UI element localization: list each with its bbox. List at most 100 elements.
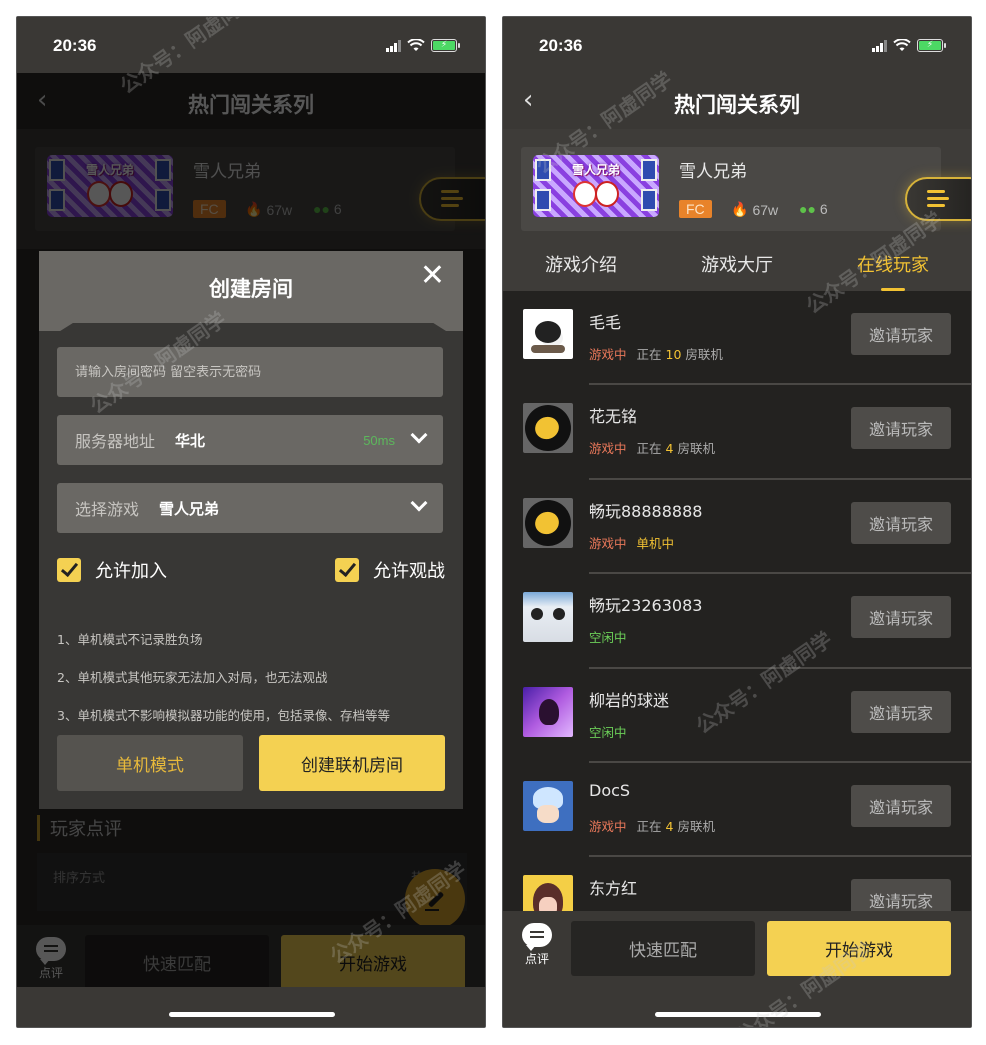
game-select-label: 选择游戏 — [75, 500, 140, 519]
player-state: 空闲中 — [589, 724, 627, 740]
invite-player-button[interactable]: 邀请玩家 — [851, 690, 951, 733]
player-row[interactable]: DocS 游戏中 正在 4 房联机 邀请玩家 — [503, 763, 971, 858]
review-button[interactable]: 点评 — [517, 923, 557, 967]
player-status: 空闲中 — [589, 722, 627, 741]
server-label: 服务器地址 — [75, 432, 156, 451]
player-row[interactable]: 毛毛 游戏中 正在 10 房联机 邀请玩家 — [503, 291, 971, 386]
invite-player-button[interactable]: 邀请玩家 — [851, 501, 951, 544]
game-card[interactable]: 雪人兄弟 雪人兄弟 FC 🔥 67w ●● 6 — [521, 147, 941, 231]
room-count: 4 — [665, 441, 674, 457]
start-game-button[interactable]: 开始游戏 — [767, 921, 951, 976]
player-row[interactable]: 花无铭 游戏中 正在 4 房联机 邀请玩家 — [503, 385, 971, 481]
home-indicator[interactable] — [655, 1012, 821, 1017]
signal-icon — [872, 39, 887, 52]
create-online-room-button[interactable]: 创建联机房间 — [259, 735, 445, 791]
phone-create-room: 20:36 ⚡ ‹ 热门闯关系列 雪人兄弟 雪人兄弟 FC 🔥 — [16, 16, 486, 1028]
dialog-title: 创建房间 — [209, 277, 293, 301]
online-count-value: 6 — [819, 201, 828, 217]
player-single-mode: 单机中 — [636, 535, 675, 551]
checkbox-checked-icon[interactable] — [335, 558, 359, 582]
heat-value: 67w — [752, 201, 779, 218]
comment-icon — [522, 923, 552, 951]
users-icon: ●● — [799, 201, 816, 217]
status-time: 20:36 — [53, 36, 97, 55]
player-row[interactable]: 东方红 游戏中正在 4 房联机 邀请玩家 — [503, 857, 971, 913]
close-icon[interactable]: ✕ — [420, 261, 445, 291]
signal-icon — [386, 39, 401, 52]
allow-watch-checkbox[interactable]: 允许观战 — [335, 557, 445, 583]
player-avatar[interactable] — [523, 780, 573, 831]
room-count: 10 — [665, 347, 682, 362]
game-header: 雪人兄弟 雪人兄弟 FC 🔥 67w ●● 6 — [503, 129, 971, 249]
phone-online-players: 20:36 ⚡ ‹ 热门闯关系列 雪人兄弟 雪人兄弟 FC 🔥 67w ●● 6… — [502, 16, 972, 1028]
wifi-icon — [893, 39, 911, 51]
bottom-action-bar: 点评 快速匹配 开始游戏 — [503, 911, 971, 1027]
player-state: 空闲中 — [589, 630, 627, 646]
player-name: 东方红 — [589, 879, 638, 899]
chevron-down-icon — [410, 426, 428, 444]
player-state: 游戏中 — [589, 441, 627, 457]
player-name: DocS — [589, 780, 631, 800]
player-avatar[interactable] — [523, 309, 573, 359]
server-address-select[interactable]: 服务器地址 华北 50ms — [57, 415, 443, 465]
player-status: 游戏中正在 4 房联机 — [589, 438, 715, 457]
player-state: 游戏中 — [589, 347, 627, 362]
create-room-dialog: 创建房间 ✕ 服务器地址 华北 50ms 选择游戏 雪人兄弟 允许加入 允许观战… — [39, 251, 463, 809]
player-row[interactable]: 畅玩23263083 空闲中 邀请玩家 — [503, 574, 971, 669]
online-count-stat: ●● 6 — [799, 201, 828, 217]
invite-player-button[interactable]: 邀请玩家 — [851, 879, 951, 913]
tab-game-lobby[interactable]: 游戏大厅 — [659, 249, 815, 291]
player-state: 游戏中 — [589, 535, 627, 551]
server-latency: 50ms — [363, 432, 395, 448]
game-select-value: 雪人兄弟 — [159, 499, 220, 518]
player-name: 畅玩23263083 — [589, 596, 703, 616]
page-title: 热门闯关系列 — [674, 93, 800, 117]
player-avatar[interactable] — [523, 497, 573, 548]
online-player-list[interactable]: 毛毛 游戏中 正在 10 房联机 邀请玩家 花无铭 游戏中 正在 4 房联机 邀请玩… — [503, 291, 971, 913]
player-avatar[interactable] — [523, 403, 573, 454]
player-name: 毛毛 — [589, 313, 622, 332]
status-time: 20:36 — [539, 36, 583, 55]
note-item: 1、单机模式不记录胜负场 — [57, 632, 203, 647]
home-indicator[interactable] — [169, 1012, 335, 1017]
single-mode-notes: 1、单机模式不记录胜负场 2、单机模式其他玩家无法加入对局，也无法观战 3、单机… — [57, 621, 390, 735]
room-count: 4 — [665, 818, 674, 834]
battery-charging-icon: ⚡ — [431, 39, 460, 52]
review-label: 点评 — [524, 952, 549, 966]
note-item: 3、单机模式不影响模拟器功能的使用，包括录像、存档等等 — [57, 708, 390, 723]
player-name: 柳岩的球迷 — [589, 690, 670, 710]
battery-charging-icon: ⚡ — [917, 39, 946, 52]
tab-online-players[interactable]: 在线玩家 — [815, 249, 971, 291]
player-room-detail: 正在 4 房联机 — [636, 441, 715, 457]
allow-join-checkbox[interactable]: 允许加入 — [57, 557, 167, 583]
invite-player-button[interactable]: 邀请玩家 — [851, 596, 951, 639]
player-row[interactable]: 畅玩88888888 游戏中 单机中 邀请玩家 — [503, 480, 971, 575]
player-avatar[interactable] — [523, 686, 573, 737]
tab-game-intro[interactable]: 游戏介绍 — [503, 249, 659, 291]
single-mode-button[interactable]: 单机模式 — [57, 735, 243, 791]
player-avatar[interactable] — [523, 592, 573, 643]
checkbox-checked-icon[interactable] — [57, 558, 81, 582]
note-item: 2、单机模式其他玩家无法加入对局，也无法观战 — [57, 670, 328, 685]
quick-match-button[interactable]: 快速匹配 — [571, 921, 755, 976]
allow-watch-label: 允许观战 — [373, 561, 445, 582]
player-name: 花无铭 — [589, 407, 638, 427]
invite-player-button[interactable]: 邀请玩家 — [851, 313, 951, 355]
player-status: 游戏中正在 4 房联机 — [589, 816, 715, 835]
home-area — [17, 987, 485, 1027]
status-bar-top: 20:36 ⚡ — [17, 17, 485, 73]
heat-stat: 🔥 67w — [731, 201, 778, 218]
player-status: 游戏中 正在 10 房联机 — [589, 344, 723, 363]
server-value: 华北 — [175, 431, 206, 450]
invite-player-button[interactable]: 邀请玩家 — [851, 784, 951, 827]
player-status: 游戏中 单机中 — [589, 533, 674, 552]
room-password-input[interactable] — [75, 364, 425, 380]
invite-player-button[interactable]: 邀请玩家 — [851, 407, 951, 450]
player-row[interactable]: 柳岩的球迷 空闲中 邀请玩家 — [503, 669, 971, 764]
room-password-field[interactable] — [57, 347, 443, 397]
menu-button[interactable] — [905, 177, 971, 221]
player-room-detail: 正在 10 房联机 — [636, 347, 723, 362]
game-select[interactable]: 选择游戏 雪人兄弟 — [57, 483, 443, 533]
player-avatar[interactable] — [523, 875, 573, 913]
platform-badge: FC — [679, 200, 712, 218]
